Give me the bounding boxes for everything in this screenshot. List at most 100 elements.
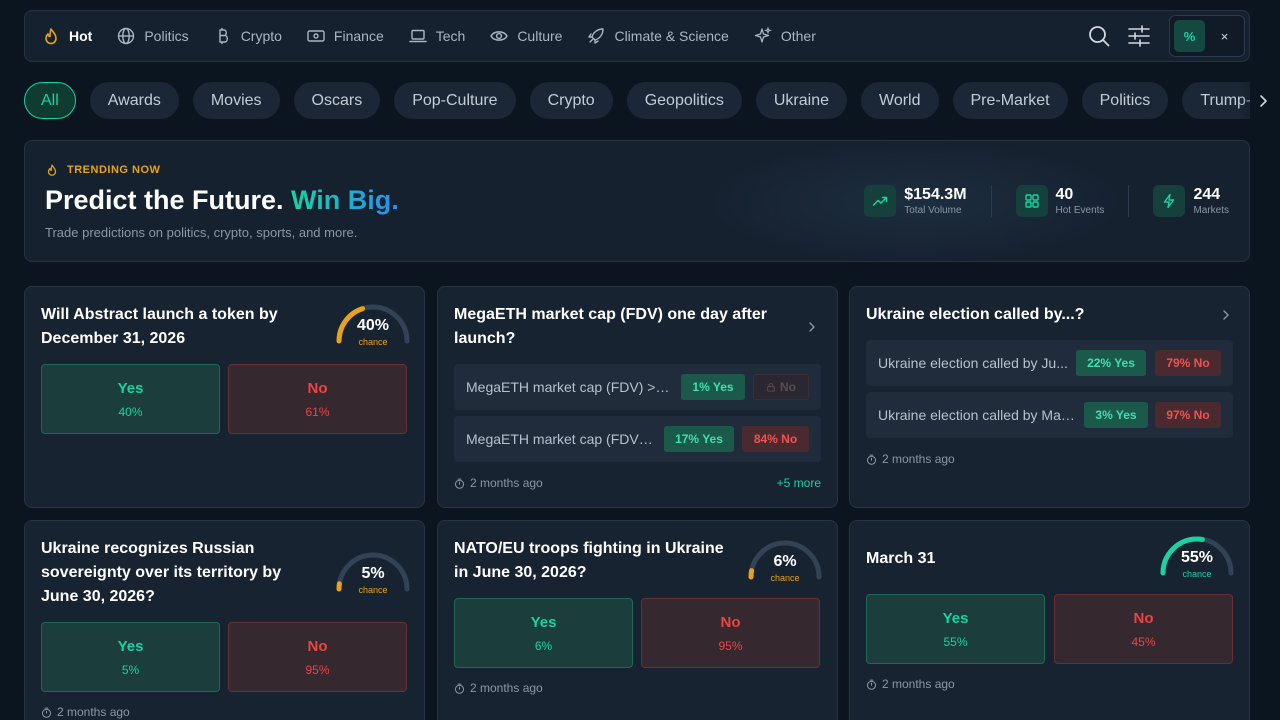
outcome-no-button-locked[interactable]: No [753,374,809,400]
tag-pill-movies[interactable]: Movies [192,82,280,119]
stat-label: Total Volume [904,205,962,216]
nav-item-hot[interactable]: Hot [41,26,92,46]
chevron-right-icon[interactable] [806,321,818,333]
tag-pill-oscars[interactable]: Oscars [293,82,381,119]
stat-hot-events: 40 Hot Events [1015,185,1105,217]
market-timestamp: 2 months ago [866,677,955,691]
nav-item-other[interactable]: Other [753,26,816,46]
filter-sliders-icon[interactable] [1127,24,1151,48]
buy-yes-button[interactable]: Yes 5% [41,622,220,692]
globe-icon [116,26,136,46]
buy-no-button[interactable]: No 61% [228,364,407,434]
market-timestamp: 2 months ago [454,681,543,695]
chance-gauge: 6% chance [747,539,823,587]
stat-markets: 244 Markets [1153,185,1229,217]
outcome-row[interactable]: Ukraine election called by Ju... 22% Yes… [866,340,1233,386]
buy-yes-button[interactable]: Yes 6% [454,598,633,668]
search-icon[interactable] [1087,24,1111,48]
outcome-no-button[interactable]: 84% No [742,426,809,452]
nav-item-tech[interactable]: Tech [408,26,466,46]
market-title: Ukraine election called by...? [866,306,1085,323]
chance-percent: 55% [1180,549,1214,566]
nav-item-finance[interactable]: Finance [306,26,384,46]
nav-item-culture[interactable]: Culture [489,26,562,46]
tag-pill-pop-culture[interactable]: Pop-Culture [394,82,516,119]
nav-label-tech: Tech [435,28,466,44]
outcome-yes-button[interactable]: 22% Yes [1076,350,1146,376]
buy-no-button[interactable]: No 95% [228,622,407,692]
hero-title-main: Predict the Future. [45,185,284,215]
outcome-no-button[interactable]: 79% No [1155,350,1221,376]
nav-item-politics[interactable]: Politics [116,26,189,46]
tag-pill-world[interactable]: World [861,82,939,119]
tag-pill-crypto[interactable]: Crypto [529,82,613,119]
yes-label: Yes [117,637,144,655]
market-card-march-31[interactable]: March 31 55% chance Yes 55% No 45% 2 mon… [849,520,1250,720]
outcome-yes-button[interactable]: 1% Yes [681,374,745,400]
outcome-no-button[interactable]: 97% No [1155,402,1221,428]
percent-toggle-button[interactable]: % [1174,20,1205,52]
tag-pill-all[interactable]: All [24,82,76,119]
no-percent: 61% [305,404,330,419]
market-title: Ukraine recognizes Russian sovereignty o… [41,540,282,605]
outcome-yes-button[interactable]: 17% Yes [664,426,734,452]
market-card-megaeth[interactable]: MegaETH market cap (FDV) one day after l… [437,286,838,508]
chance-label: chance [770,573,800,583]
buy-yes-button[interactable]: Yes 40% [41,364,220,434]
trending-tag: TRENDING NOW [45,163,160,177]
bolt-icon [1153,185,1186,217]
no-label: No [720,613,741,631]
tag-pill-geopolitics[interactable]: Geopolitics [626,82,742,119]
stat-label: Hot Events [1055,205,1105,216]
stat-value: 244 [1193,186,1221,203]
nav-item-crypto[interactable]: Crypto [213,26,282,46]
yes-percent: 55% [943,634,968,649]
tag-pill-pre-market[interactable]: Pre-Market [952,82,1068,119]
tag-pill-politics[interactable]: Politics [1081,82,1169,119]
rocket-icon [586,26,606,46]
tag-filter-bar: All Awards Movies Oscars Pop-Culture Cry… [24,82,1250,120]
market-card-nato-troops[interactable]: NATO/EU troops fighting in Ukraine in Ju… [437,520,838,720]
timestamp-text: 2 months ago [470,476,543,490]
hero-stats: $154.3M Total Volume 40 Hot Events 244 Mark… [864,185,1229,217]
nav-label-crypto: Crypto [240,28,282,44]
chance-percent: 40% [356,317,390,334]
buy-no-button[interactable]: No 45% [1054,594,1233,664]
no-label: No [307,637,328,655]
timer-icon [454,478,465,489]
outcome-yes-button[interactable]: 3% Yes [1084,402,1148,428]
buy-yes-button[interactable]: Yes 55% [866,594,1045,664]
tag-pill-awards[interactable]: Awards [89,82,179,119]
flame-icon [41,26,61,46]
yes-label: Yes [942,609,969,627]
trending-label: TRENDING NOW [67,164,161,176]
chevron-right-icon[interactable] [1220,309,1232,321]
no-percent: 95% [305,662,330,677]
buy-no-button[interactable]: No 95% [641,598,820,668]
chevron-right-icon[interactable] [1254,92,1272,110]
chance-label: chance [1182,569,1212,579]
market-card-abstract[interactable]: Will Abstract launch a token by December… [24,286,425,508]
stat-divider [990,185,992,217]
yes-percent: 5% [121,662,140,677]
nav-label-climate-science: Climate & Science [614,28,729,44]
banknote-icon [306,26,326,46]
tag-pill-ukraine[interactable]: Ukraine [755,82,847,119]
outcome-row[interactable]: MegaETH market cap (FDV) >$... 1% Yes No [454,364,821,410]
nav-label-culture: Culture [517,28,563,44]
stat-total-volume: $154.3M Total Volume [864,185,967,217]
outcome-row[interactable]: Ukraine election called by Mar... 3% Yes… [866,392,1233,438]
eye-icon [489,26,509,46]
flame-icon [45,163,59,177]
market-card-ukraine-sovereignty[interactable]: Ukraine recognizes Russian sovereignty o… [24,520,425,720]
nav-item-climate-science[interactable]: Climate & Science [586,26,729,46]
outcome-row[interactable]: MegaETH market cap (FDV) ... 17% Yes 84%… [454,416,821,462]
yes-label: Yes [530,613,557,631]
odds-format-toggle: % × [1169,15,1245,57]
market-card-ukraine-election[interactable]: Ukraine election called by...? Ukraine e… [849,286,1250,508]
trending-hero: TRENDING NOW Predict the Future. Win Big… [24,140,1250,262]
hero-title-accent: Win Big. [291,185,399,215]
category-nav: Hot Politics Crypto Finance Tech Culture… [41,11,840,61]
more-outcomes-link[interactable]: +5 more [777,476,821,490]
close-toggle-button[interactable]: × [1209,20,1240,52]
